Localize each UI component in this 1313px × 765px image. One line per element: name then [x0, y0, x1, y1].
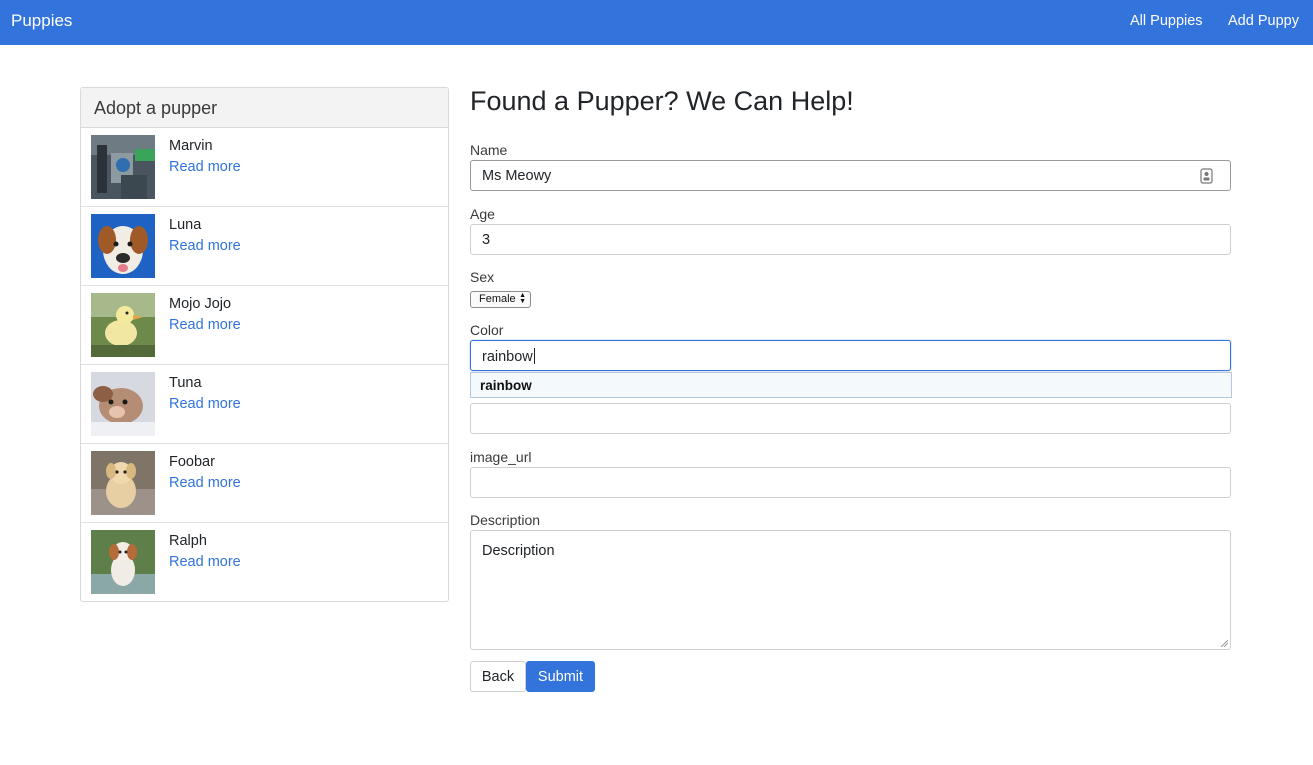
read-more-link[interactable]: Read more — [169, 317, 241, 333]
marvin-photo — [91, 135, 155, 199]
age-input[interactable]: 3 — [470, 224, 1231, 255]
image-url-input[interactable] — [470, 467, 1231, 498]
name-value: Ms Meowy — [482, 168, 552, 184]
puppy-name: Ralph — [169, 533, 207, 549]
sex-value: Female — [479, 293, 516, 305]
back-button[interactable]: Back — [470, 661, 526, 692]
puppy-name: Luna — [169, 217, 202, 233]
select-arrows-icon: ▲ ▼ — [519, 292, 526, 305]
text-caret — [533, 348, 535, 364]
ralph-photo — [91, 530, 155, 594]
duckling-photo — [91, 293, 155, 357]
sex-label: Sex — [470, 269, 495, 285]
color-suggestion-item[interactable]: rainbow — [470, 372, 1232, 398]
breed-input[interactable] — [470, 403, 1231, 434]
color-value: rainbow — [482, 349, 533, 365]
image-url-label: image_url — [470, 449, 532, 465]
read-more-link[interactable]: Read more — [169, 554, 241, 570]
luna-photo — [91, 214, 155, 278]
puppy-list-item: Luna Read more — [81, 207, 448, 286]
puppy-name: Tuna — [169, 375, 202, 391]
read-more-link[interactable]: Read more — [169, 159, 241, 175]
brand-link[interactable]: Puppies — [11, 11, 72, 31]
color-label: Color — [470, 322, 504, 338]
name-input[interactable]: Ms Meowy — [470, 160, 1231, 191]
submit-button[interactable]: Submit — [526, 661, 595, 692]
adopt-card: Adopt a pupper Marvin Read more Luna Rea… — [80, 87, 449, 602]
age-label: Age — [470, 206, 495, 222]
puppy-list-item: Foobar Read more — [81, 444, 448, 523]
puppy-list-item: Mojo Jojo Read more — [81, 286, 448, 365]
read-more-link[interactable]: Read more — [169, 238, 241, 254]
description-label: Description — [470, 512, 541, 528]
name-label: Name — [470, 142, 508, 158]
color-input[interactable]: rainbow — [470, 340, 1231, 371]
nav-add-puppy[interactable]: Add Puppy — [1228, 13, 1299, 29]
resize-handle-icon[interactable] — [1220, 639, 1228, 647]
puppy-name: Mojo Jojo — [169, 296, 232, 312]
form-title: Found a Pupper? We Can Help! — [470, 86, 854, 116]
sex-select[interactable]: Female ▲ ▼ — [470, 291, 531, 308]
contact-card-icon[interactable] — [1200, 168, 1213, 184]
puppy-list-item: Ralph Read more — [81, 523, 448, 602]
read-more-link[interactable]: Read more — [169, 396, 241, 412]
foobar-photo — [91, 451, 155, 515]
puppy-name: Foobar — [169, 454, 215, 470]
age-value: 3 — [482, 232, 491, 248]
description-placeholder: Description — [482, 543, 555, 559]
nav-all-puppies[interactable]: All Puppies — [1130, 13, 1203, 29]
tuna-photo — [91, 372, 155, 436]
puppy-list-item: Tuna Read more — [81, 365, 448, 444]
navbar: Puppies All Puppies Add Puppy — [0, 0, 1313, 45]
puppy-list-item: Marvin Read more — [81, 128, 448, 207]
read-more-link[interactable]: Read more — [169, 475, 241, 491]
description-textarea[interactable]: Description — [470, 530, 1231, 650]
adopt-card-title: Adopt a pupper — [81, 88, 448, 128]
puppy-name: Marvin — [169, 138, 213, 154]
